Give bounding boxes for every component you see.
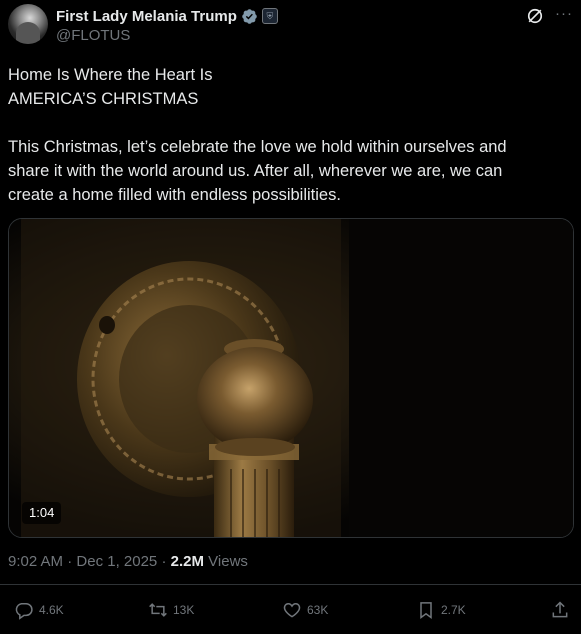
share-icon: [552, 601, 568, 618]
tweet-line: This Christmas, let’s celebrate the love…: [8, 138, 507, 156]
tweet-header: First Lady Melania Trump ⛨ @FLOTUS ···: [0, 0, 581, 58]
meta-separator: ·: [67, 553, 73, 570]
author-display-name[interactable]: First Lady Melania Trump: [56, 8, 237, 25]
tweet-line: create a home filled with endless possib…: [8, 186, 341, 204]
author-handle[interactable]: @FLOTUS: [56, 27, 130, 44]
avatar[interactable]: [8, 4, 48, 44]
reply-count: 4.6K: [39, 603, 64, 617]
author-name-row: First Lady Melania Trump ⛨: [56, 6, 278, 26]
views-count: 2.2M: [170, 553, 204, 570]
grok-icon[interactable]: [525, 6, 545, 26]
tweet-meta: 9:02 AM · Dec 1, 2025 · 2.2M Views: [8, 553, 248, 570]
bookmark-button[interactable]: 2.7K: [416, 600, 466, 620]
repost-button[interactable]: 13K: [148, 600, 194, 620]
repost-icon: [149, 603, 167, 617]
more-icon[interactable]: ···: [555, 5, 573, 22]
views-label: Views: [208, 553, 248, 570]
heart-icon: [283, 602, 301, 618]
share-button[interactable]: [550, 600, 570, 620]
bookmark-count: 2.7K: [441, 603, 466, 617]
video-player[interactable]: [8, 218, 574, 538]
divider: [0, 584, 581, 585]
like-button[interactable]: 63K: [282, 600, 328, 620]
action-bar: 4.6K 13K 63K 2.7K: [0, 600, 581, 626]
government-seal-icon: ⛨: [261, 8, 278, 24]
repost-count: 13K: [173, 603, 195, 617]
tweet-text: Home Is Where the Heart Is AMERICA’S CHR…: [8, 63, 568, 207]
like-count: 63K: [307, 603, 329, 617]
tweet-line: AMERICA’S CHRISTMAS: [8, 90, 199, 108]
bookmark-icon: [420, 602, 432, 619]
tweet-line: share it with the world around us. After…: [8, 162, 503, 180]
video-frame: [9, 219, 573, 537]
reply-icon: [15, 603, 33, 620]
tweet-time[interactable]: 9:02 AM: [8, 553, 63, 570]
reply-button[interactable]: 4.6K: [14, 600, 64, 620]
meta-separator: ·: [161, 553, 167, 570]
video-duration: 1:04: [22, 502, 62, 524]
tweet-line: Home Is Where the Heart Is: [8, 66, 213, 84]
verified-badge-icon: [242, 8, 257, 24]
tweet-date[interactable]: Dec 1, 2025: [76, 553, 157, 570]
